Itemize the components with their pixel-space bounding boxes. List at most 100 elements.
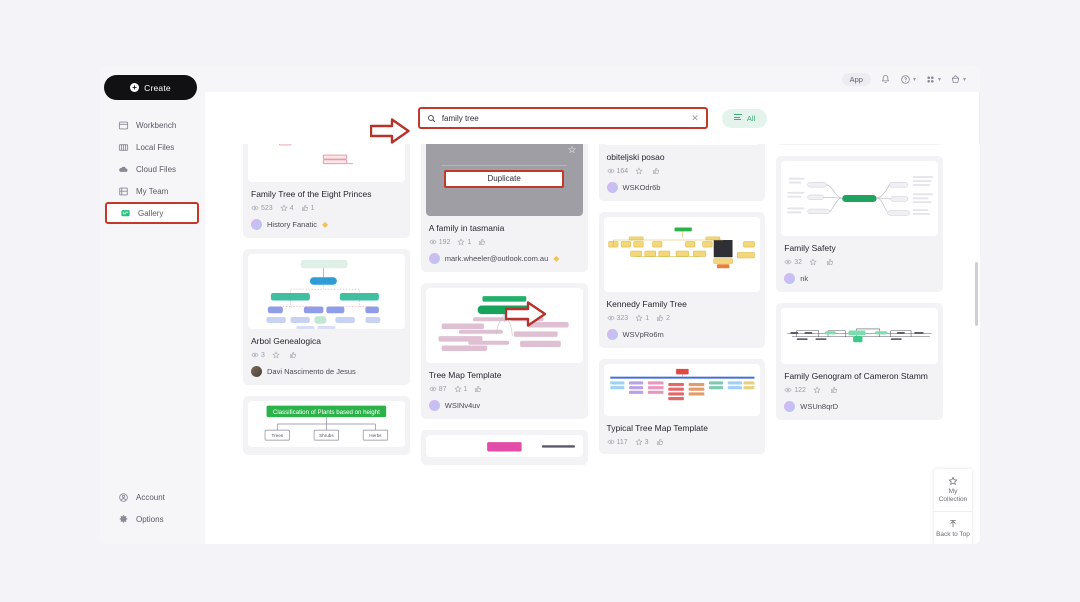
gallery-card[interactable]: Family Tree of the Eight Princes 523 4 1… xyxy=(243,144,410,239)
card-stats: 117 3 xyxy=(599,434,766,446)
create-button[interactable]: + Create xyxy=(104,75,197,100)
search-icon xyxy=(427,114,436,122)
gallery-card[interactable]: Marija Lena - obiteljsko stablo 156 1 xyxy=(776,144,943,146)
notifications-button[interactable] xyxy=(880,74,891,85)
sidebar-bottom-nav: Account Options xyxy=(100,486,205,530)
likes-stat: 1 xyxy=(301,204,315,212)
star-icon xyxy=(635,314,643,322)
avatar xyxy=(606,182,618,194)
avatar xyxy=(428,400,440,412)
author-name: History Fanatic xyxy=(267,220,318,230)
upgrade-button[interactable]: ▾ xyxy=(950,74,966,85)
gallery-column: Family Tree of the Eight Princes 523 4 1… xyxy=(243,144,410,465)
card-thumbnail xyxy=(248,144,405,182)
card-title: Kennedy Family Tree xyxy=(606,299,687,310)
gallery-card[interactable]: Typical Tree Map Template 117 3 xyxy=(598,359,766,455)
gallery-icon xyxy=(121,209,130,216)
card-stats: 164 xyxy=(599,163,766,175)
thumbs-up-icon xyxy=(289,352,296,359)
gallery-card[interactable]: Classification of Plants based on height… xyxy=(243,396,410,456)
views-count: 523 xyxy=(261,204,273,212)
crown-icon xyxy=(951,74,960,83)
card-author[interactable]: WSKOdr6b xyxy=(599,175,766,194)
gallery-card[interactable]: obiteljski posao 164 WSKOdr6b xyxy=(598,144,766,202)
gallery-card[interactable]: Kennedy Family Tree 323 1 2 WSVpRo6m xyxy=(598,212,766,349)
sidebar-item-my-team[interactable]: My Team xyxy=(100,180,205,202)
card-author[interactable]: WSUn8qrD xyxy=(776,394,943,413)
card-author[interactable]: Davi Nascimento de Jesus xyxy=(243,359,410,378)
scrollbar-thumb[interactable] xyxy=(975,262,978,326)
sidebar-item-gallery[interactable]: Gallery xyxy=(105,202,199,224)
main-panel: App ▾ ▾ ▾ family tree ✕ All Family Tree … xyxy=(205,66,980,544)
card-stats: 87 1 xyxy=(421,381,588,393)
author-name: WSKOdr6b xyxy=(622,183,661,193)
card-title: Family Genogram of Cameron Stamm xyxy=(784,371,928,382)
star-icon xyxy=(635,438,643,446)
card-author[interactable]: WSINv4uv xyxy=(421,393,588,412)
card-author[interactable]: nk xyxy=(776,266,943,285)
sidebar-item-workbench[interactable]: Workbench xyxy=(100,114,205,136)
gear-icon xyxy=(119,514,128,523)
avatar xyxy=(251,219,262,231)
clear-search-icon[interactable]: ✕ xyxy=(691,113,699,123)
gallery-grid-scroll[interactable]: Family Tree of the Eight Princes 523 4 1… xyxy=(205,144,980,544)
card-thumbnail xyxy=(603,217,761,293)
views-stat: 323 xyxy=(606,314,629,322)
gallery-card-hovered[interactable]: ☆ Duplicate A family in tasmania 192 1 m… xyxy=(420,144,588,273)
views-count: 3 xyxy=(261,351,265,359)
filter-all-label: All xyxy=(746,113,756,123)
gallery-card[interactable]: Family Safety 32 nk xyxy=(776,156,943,293)
thumbs-up-icon xyxy=(301,205,308,211)
card-thumbnail: Classification of Plants based on height… xyxy=(248,401,405,448)
filter-all-chip[interactable]: All xyxy=(721,108,768,128)
gallery-card[interactable] xyxy=(420,430,588,466)
search-box[interactable]: ✕ xyxy=(417,107,708,129)
card-title: Typical Tree Map Template xyxy=(606,423,708,434)
gallery-card[interactable]: Family Genogram of Cameron Stamm 122 WSU… xyxy=(776,303,943,421)
apps-grid-button[interactable]: ▾ xyxy=(925,74,941,85)
back-to-top-button[interactable]: Back to Top xyxy=(934,511,972,544)
local-files-icon xyxy=(118,143,129,151)
sidebar-item-cloud-files[interactable]: Cloud Files xyxy=(100,158,205,180)
views-count: 323 xyxy=(616,314,629,322)
green-family-safety-thumb xyxy=(787,176,934,216)
card-stats: 32 xyxy=(776,254,943,266)
views-count: 117 xyxy=(616,438,628,446)
sidebar-item-options[interactable]: Options xyxy=(100,508,205,530)
star-icon xyxy=(457,238,466,246)
author-name: WSVpRo6m xyxy=(622,330,664,340)
back-to-top-label: Back to Top xyxy=(936,531,970,539)
gallery-card[interactable]: Arbol Genealogica 3 Davi Nascimento de J… xyxy=(243,249,410,386)
sidebar-item-account[interactable]: Account xyxy=(100,486,205,508)
green-plants-chart-thumb: Classification of Plants based on height… xyxy=(264,405,389,441)
star-icon xyxy=(635,167,643,175)
card-author[interactable]: mark.wheeler@outlook.com.au ◆ xyxy=(421,246,588,265)
card-thumbnail xyxy=(603,364,761,417)
grid-icon xyxy=(927,75,934,83)
sidebar-item-label: Account xyxy=(136,492,165,502)
stars-stat: 1 xyxy=(457,238,471,246)
card-author[interactable]: WSVpRo6m xyxy=(599,322,766,341)
sidebar-item-local-files[interactable]: Local Files xyxy=(100,136,205,158)
star-icon xyxy=(809,258,817,266)
star-icon xyxy=(948,476,958,486)
duplicate-button[interactable]: Duplicate xyxy=(444,169,565,188)
thumbs-up-icon xyxy=(830,387,837,394)
card-author[interactable]: History Fanatic ◆ xyxy=(243,212,410,231)
sidebar-item-label: My Team xyxy=(136,186,169,196)
my-collection-button[interactable]: My Collection xyxy=(934,469,972,511)
views-stat: 117 xyxy=(606,438,628,446)
stars-stat: 1 xyxy=(453,385,467,393)
search-input[interactable] xyxy=(441,113,686,123)
card-title: Tree Map Template xyxy=(428,370,502,381)
pink-partial-thumb xyxy=(486,442,575,452)
stars-stat: 1 xyxy=(635,314,649,322)
likes-stat xyxy=(652,167,662,175)
likes-count: 2 xyxy=(666,314,670,322)
thumbs-up-icon xyxy=(656,439,663,446)
favorite-star-icon[interactable]: ☆ xyxy=(568,146,577,156)
help-button[interactable]: ▾ xyxy=(900,74,916,85)
premium-badge-icon: ◆ xyxy=(553,253,560,263)
app-chip[interactable]: App xyxy=(841,72,871,86)
avatar xyxy=(784,273,796,285)
